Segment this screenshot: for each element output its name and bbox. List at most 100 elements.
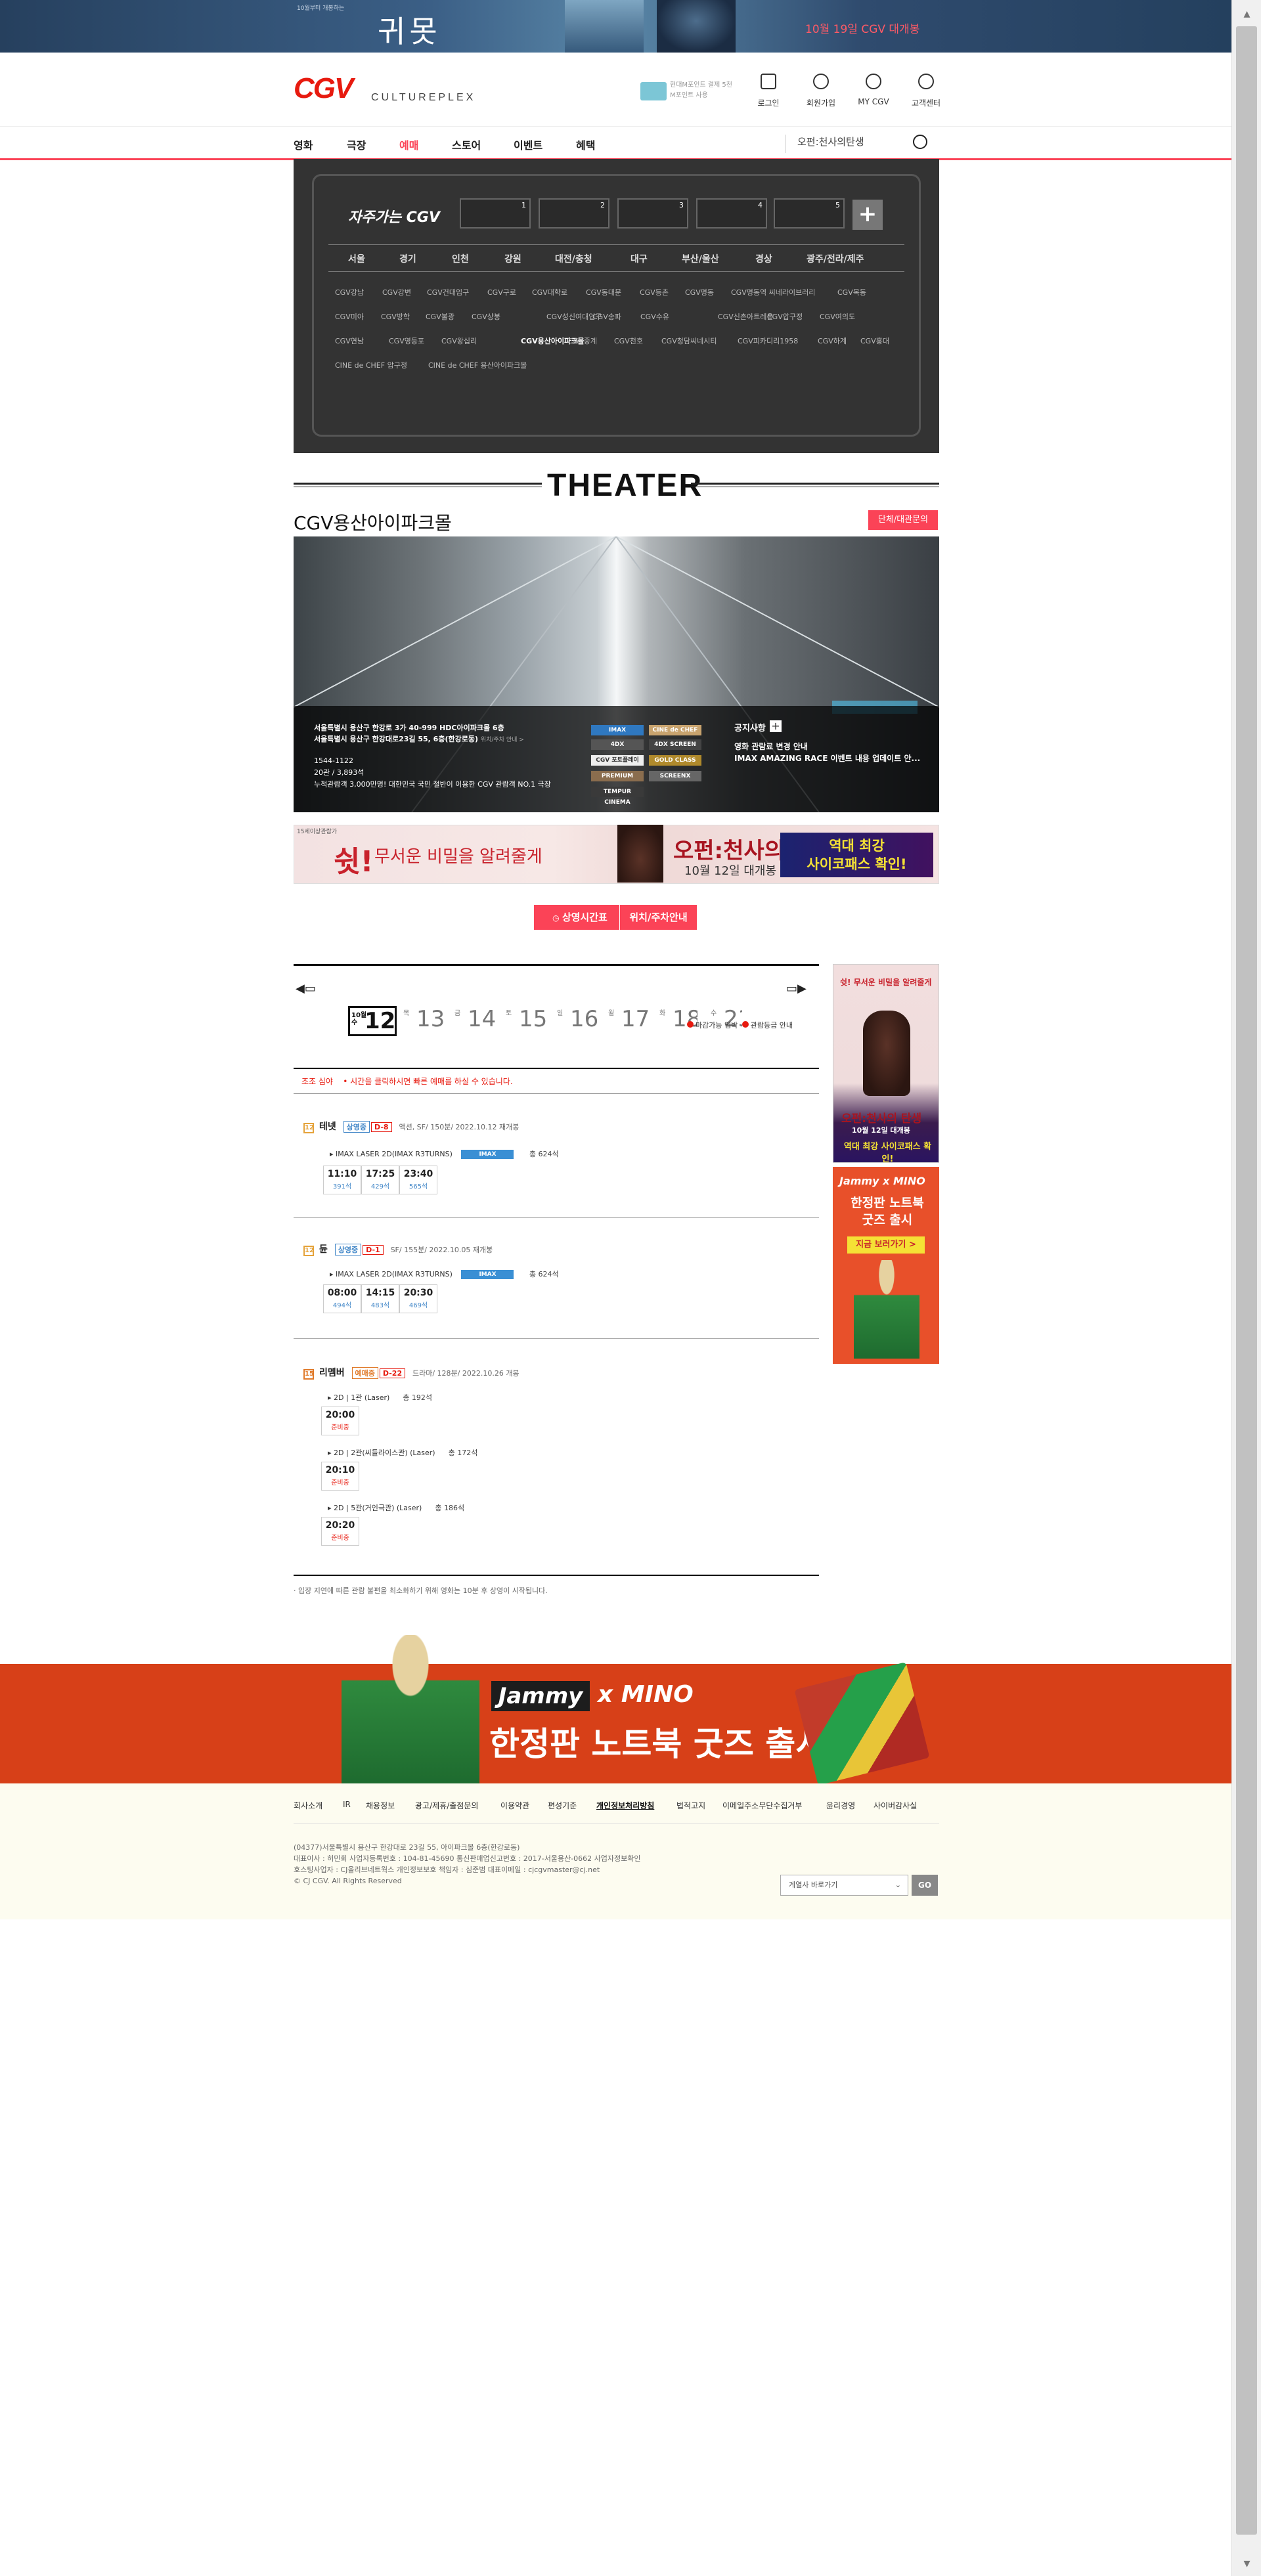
date-item[interactable]: 토 15 [504, 1006, 553, 1036]
footer-link-privacy[interactable]: 개인정보처리방침 [596, 1800, 654, 1811]
theater-link[interactable]: CGV강남 [335, 287, 364, 297]
join-button[interactable]: 회원가입 [798, 74, 844, 108]
region-tab-gangwon[interactable]: 강원 [504, 252, 521, 265]
scroll-down-icon[interactable]: ▾ [1232, 2550, 1261, 2576]
ad-cta-box[interactable]: 역대 최강 사이코패스 확인! [780, 833, 933, 877]
date-item[interactable]: 월 17 [607, 1006, 655, 1036]
mycgv-button[interactable]: MY CGV [851, 74, 896, 106]
side-ad-orphan[interactable]: 쉿! 무서운 비밀을 알려줄게 오펀:천사의 탄생 10월 12일 대개봉 역대… [833, 964, 939, 1164]
theater-link[interactable]: CGV하계 [818, 336, 847, 346]
notice-item[interactable]: IMAX AMAZING RACE 이벤트 내용 업데이트 안... [734, 753, 920, 764]
showtime-slot[interactable]: 14:15 483석 [361, 1284, 399, 1313]
affiliate-go-button[interactable]: GO [912, 1875, 938, 1896]
vertical-scrollbar[interactable]: ▴ ▾ [1231, 0, 1261, 2576]
scrollbar-thumb[interactable] [1236, 26, 1257, 2535]
showtime-slot[interactable]: 20:20 준비중 [321, 1517, 359, 1546]
footer-link[interactable]: 광고/제휴/출점문의 [415, 1800, 478, 1811]
favorite-add-button[interactable]: + [852, 200, 883, 230]
region-tab-gyeongsang[interactable]: 경상 [755, 252, 772, 265]
theater-link[interactable]: CGV청담씨네시티 [661, 336, 717, 346]
date-item[interactable]: 일 16 [556, 1006, 604, 1036]
theater-link[interactable]: CGV미아 [335, 311, 364, 322]
theater-link[interactable]: CGV신촌아트레온 [718, 311, 773, 322]
movie-title[interactable]: 듄 [319, 1244, 328, 1255]
cgv-logo[interactable]: CGV [294, 72, 353, 105]
affiliate-select[interactable]: 계열사 바로가기 ⌄ [780, 1875, 908, 1896]
search-icon[interactable] [913, 135, 927, 149]
top-promo-banner[interactable]: 10월부터 개봉하는 귀못 10월 19일 CGV 대개봉 [0, 0, 1231, 53]
theater-link[interactable]: CGV강변 [382, 287, 411, 297]
rating-info-link[interactable]: 관람등급 안내 [751, 1021, 793, 1030]
theater-link[interactable]: CGV피카디리1958 [738, 336, 798, 346]
footer-link[interactable]: 이메일주소무단수집거부 [722, 1800, 802, 1811]
prev-date-button[interactable]: ◀▭ [296, 982, 316, 995]
favorite-slot-5[interactable]: 5 [774, 198, 845, 229]
nav-movie[interactable]: 영화 [294, 137, 313, 152]
nav-reserve[interactable]: 예매 [399, 137, 418, 152]
showtime-slot[interactable]: 20:30 469석 [399, 1284, 437, 1313]
group-rental-button[interactable]: 단체/대관문의 [868, 510, 938, 530]
date-item[interactable]: 목 13 [402, 1006, 451, 1036]
showtime-slot[interactable]: 20:00 준비중 [321, 1407, 359, 1435]
footer-link[interactable]: 윤리경영 [826, 1800, 855, 1811]
region-tab-gwangju[interactable]: 광주/전라/제주 [807, 252, 864, 265]
theater-link[interactable]: CGV등촌 [640, 287, 669, 297]
location-link[interactable]: 위치/주차 안내 > [481, 737, 524, 743]
tab-schedule[interactable]: ◷ 상영시간표 [534, 905, 619, 930]
footer-link[interactable]: 편성기준 [548, 1800, 577, 1811]
theater-link[interactable]: CGV대학로 [532, 287, 567, 297]
date-item-selected[interactable]: 10월 수 12 [348, 1006, 397, 1036]
region-tab-busan[interactable]: 부산/울산 [682, 252, 719, 265]
theater-link[interactable]: CINE de CHEF 용산아이파크몰 [428, 360, 527, 370]
theater-link[interactable]: CGV목동 [837, 287, 866, 297]
showtime-slot[interactable]: 17:25 429석 [361, 1166, 399, 1194]
region-tab-seoul[interactable]: 서울 [348, 252, 365, 265]
region-tab-incheon[interactable]: 인천 [452, 252, 469, 265]
card-promo-text[interactable]: 현대M포인트 결제 5천 M포인트 사용 [670, 80, 736, 101]
nav-store[interactable]: 스토어 [452, 137, 481, 152]
theater-link[interactable]: CGV동대문 [586, 287, 621, 297]
theater-link-selected[interactable]: CGV왕십리 [441, 336, 477, 346]
showtime-slot[interactable]: 20:10 준비중 [321, 1462, 359, 1491]
theater-link[interactable]: CINE de CHEF 압구정 [335, 360, 407, 370]
theater-link[interactable]: CGV홍대 [860, 336, 889, 346]
next-date-button[interactable]: ▭▶ [786, 982, 807, 995]
theater-link[interactable]: CGV명동 [685, 287, 714, 297]
theater-link[interactable]: CGV연남 [335, 336, 364, 346]
favorite-slot-4[interactable]: 4 [696, 198, 767, 229]
theater-link[interactable]: CGV송파 [592, 311, 621, 322]
theater-link[interactable]: CGV압구정 [767, 311, 803, 322]
theater-link[interactable]: CGV명동역 씨네라이브러리 [731, 287, 815, 297]
nav-theater[interactable]: 극장 [347, 137, 366, 152]
footer-link[interactable]: IR [343, 1800, 351, 1809]
theater-link[interactable]: CGV수유 [640, 311, 669, 322]
theater-link[interactable]: CGV영등포 [389, 336, 424, 346]
footer-link[interactable]: 채용정보 [366, 1800, 395, 1811]
showtime-slot[interactable]: 08:00 494석 [323, 1284, 361, 1313]
theater-link[interactable]: CGV여의도 [820, 311, 855, 322]
region-tab-gyeonggi[interactable]: 경기 [399, 252, 416, 265]
card-promo-icon[interactable] [640, 82, 667, 100]
theater-link[interactable]: CGV불광 [426, 311, 454, 322]
theater-link[interactable]: CGV건대입구 [427, 287, 469, 297]
theater-link[interactable]: CGV천호 [614, 336, 643, 346]
movie-title[interactable]: 리멤버 [319, 1368, 345, 1378]
search-input[interactable]: 오펀:천사의탄생 [785, 135, 956, 153]
footer-link[interactable]: 법적고지 [676, 1800, 705, 1811]
nav-benefit[interactable]: 혜택 [576, 137, 595, 152]
tab-location[interactable]: 위치/주차안내 [620, 905, 697, 930]
favorite-slot-1[interactable]: 1 [460, 198, 531, 229]
theater-link[interactable]: CGV상봉 [472, 311, 500, 322]
favorite-slot-2[interactable]: 2 [539, 198, 609, 229]
footer-link[interactable]: 사이버감사실 [874, 1800, 917, 1811]
theater-link[interactable]: CGV방학 [381, 311, 410, 322]
showtime-slot[interactable]: 23:40 565석 [399, 1166, 437, 1194]
date-item[interactable]: 금 14 [453, 1006, 502, 1036]
scroll-up-icon[interactable]: ▴ [1232, 0, 1261, 26]
showtime-slot[interactable]: 11:10 391석 [323, 1166, 361, 1194]
login-button[interactable]: 로그인 [745, 74, 791, 108]
region-tab-daejeon[interactable]: 대전/충청 [555, 252, 592, 265]
footer-link[interactable]: 이용약관 [500, 1800, 529, 1811]
theater-link[interactable]: CGV구로 [487, 287, 516, 297]
footer-link[interactable]: 회사소개 [294, 1800, 322, 1811]
